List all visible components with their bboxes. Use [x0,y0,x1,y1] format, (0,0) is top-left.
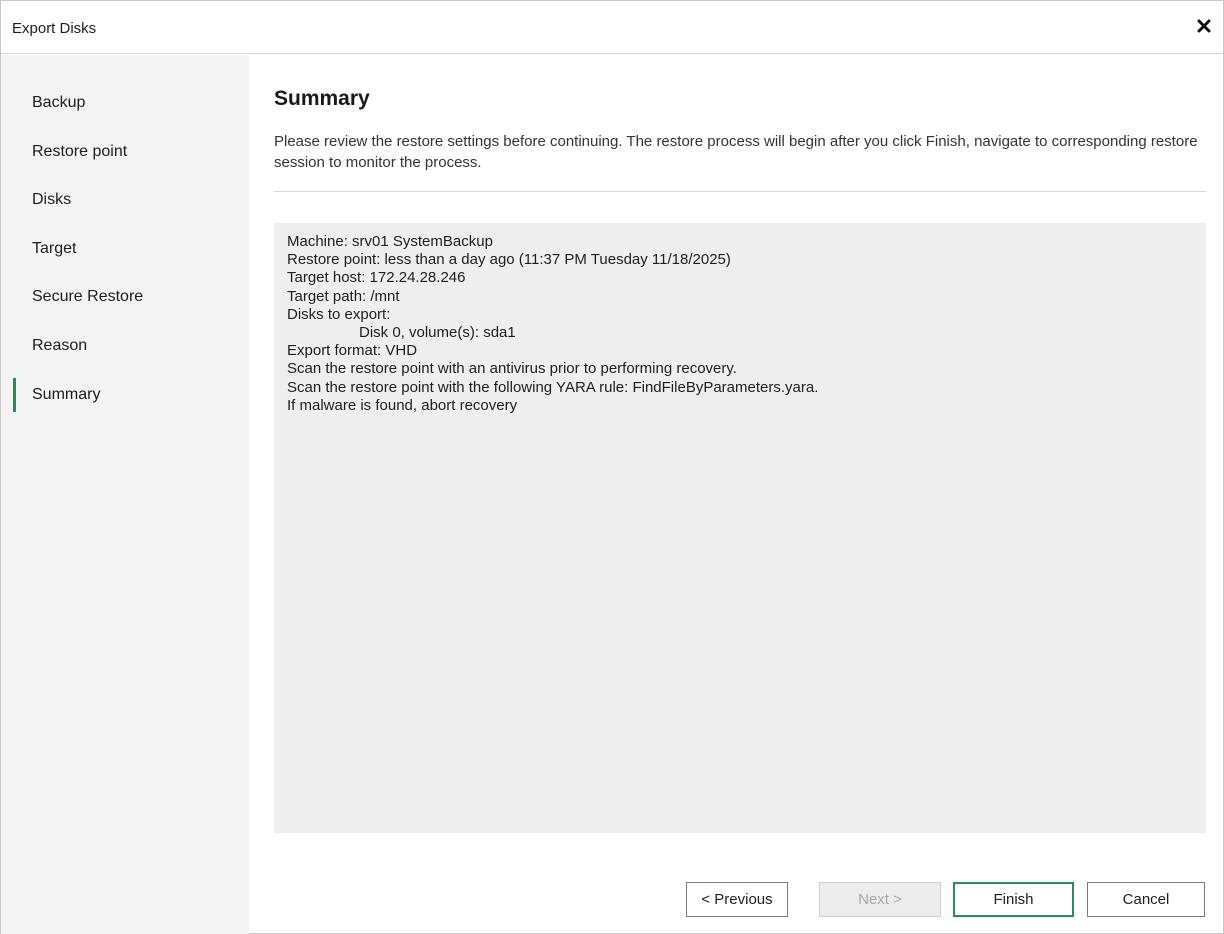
summary-line: Disk 0, volume(s): sda1 [359,324,516,342]
step-summary[interactable]: Summary [1,378,249,412]
step-secure-restore[interactable]: Secure Restore [1,280,249,314]
wizard-content: Summary Please review the restore settin… [249,55,1223,934]
summary-line: If malware is found, abort recovery [287,396,518,414]
step-reason[interactable]: Reason [1,329,249,363]
step-disks[interactable]: Disks [1,183,249,217]
window-title: Export Disks [12,20,97,37]
step-backup[interactable]: Backup [1,86,249,120]
summary-line: Target host: 172.24.28.246 [287,269,466,287]
step-label: Reason [32,337,88,354]
step-label: Disks [32,191,72,208]
export-disks-dialog: Export Disks Backup Restore point Disks … [0,0,1224,934]
summary-line: Disks to export: [287,305,391,323]
summary-line: Scan the restore point with an antivirus… [287,360,737,378]
previous-button[interactable]: < Previous [686,882,788,917]
step-label: Target [32,240,77,257]
step-label: Summary [32,386,101,403]
step-label: Backup [32,94,86,111]
summary-text-box[interactable]: Machine: srv01 SystemBackup Restore poin… [274,223,1206,833]
title-bar: Export Disks [1,1,1223,54]
page-description: Please review the restore settings befor… [274,133,1198,171]
active-step-marker [13,378,16,412]
summary-line: Target path: /mnt [287,287,400,305]
close-button[interactable] [1192,14,1216,38]
step-label: Restore point [32,143,128,160]
step-label: Secure Restore [32,288,144,305]
page-title: Summary [274,87,370,110]
summary-line: Restore point: less than a day ago (11:3… [287,251,731,269]
wizard-steps-sidebar: Backup Restore point Disks Target Secure… [1,55,249,934]
summary-line: Scan the restore point with the followin… [287,378,819,396]
step-target[interactable]: Target [1,232,249,266]
divider [274,191,1206,192]
next-button[interactable]: Next > [819,882,941,917]
step-restore-point[interactable]: Restore point [1,135,249,169]
summary-line: Machine: srv01 SystemBackup [287,233,493,250]
summary-line: Export format: VHD [287,342,418,360]
close-icon [1197,19,1211,33]
cancel-button[interactable]: Cancel [1087,882,1205,917]
finish-button[interactable]: Finish [953,882,1074,917]
